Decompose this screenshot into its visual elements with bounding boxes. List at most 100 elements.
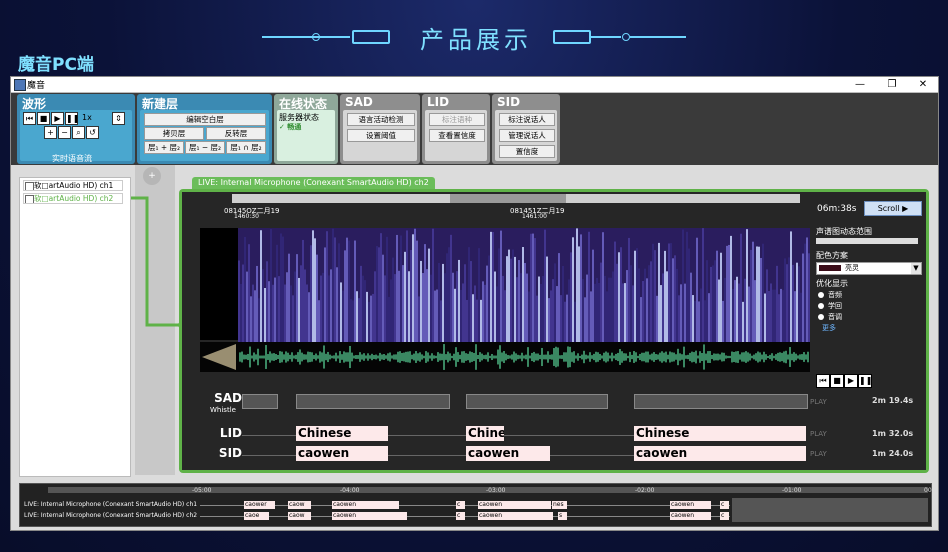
overview-segment[interactable]: caower bbox=[244, 501, 275, 509]
minimize-button[interactable]: — bbox=[845, 77, 875, 92]
spectrogram-stripe bbox=[488, 255, 490, 342]
spectrogram-stripe bbox=[322, 272, 324, 342]
chevron-down-icon[interactable]: ▼ bbox=[911, 263, 921, 274]
sid-segment[interactable]: caowen bbox=[634, 446, 806, 461]
stop-icon[interactable]: ■ bbox=[37, 112, 50, 125]
overview-viewport[interactable] bbox=[732, 498, 928, 522]
lid-segment[interactable]: Chine bbox=[466, 426, 504, 441]
overview-row-label: LIVE: Internal Microphone (Conexant Smar… bbox=[24, 512, 198, 519]
overview-segment[interactable]: nes bbox=[552, 501, 567, 509]
overview-segment[interactable]: s bbox=[558, 512, 567, 520]
spectrogram-stripe bbox=[424, 244, 426, 342]
overview-segment[interactable]: caow bbox=[288, 501, 311, 509]
sad-group-body: 语言活动检测 设置阈值 bbox=[343, 110, 417, 161]
overview-segment[interactable]: caowen bbox=[332, 512, 407, 520]
dynamic-range-slider[interactable] bbox=[816, 238, 918, 244]
skip-start-icon[interactable]: ⏮ bbox=[23, 112, 36, 125]
overview-segment[interactable]: c bbox=[720, 512, 729, 520]
overview-segment[interactable]: c bbox=[456, 512, 465, 520]
sad-segment[interactable] bbox=[296, 394, 450, 409]
speed-label[interactable]: 1x bbox=[82, 113, 92, 122]
timeline-scrollbar[interactable] bbox=[232, 194, 800, 203]
sad-segment[interactable] bbox=[634, 394, 808, 409]
channel-checkbox[interactable] bbox=[25, 195, 34, 203]
radio-icon[interactable] bbox=[818, 292, 824, 298]
spectrogram-stripe bbox=[534, 238, 536, 342]
sid-segment[interactable]: caowen bbox=[466, 446, 550, 461]
maximize-button[interactable]: ❐ bbox=[877, 77, 907, 92]
color-scheme-select[interactable]: 亮灵 ▼ bbox=[816, 262, 922, 275]
add-icon[interactable]: + bbox=[143, 167, 161, 185]
spectrogram-stripe bbox=[456, 271, 458, 342]
overview-segment[interactable]: caow bbox=[288, 512, 311, 520]
spectrogram-stripe bbox=[324, 247, 326, 342]
stop-icon[interactable]: ■ bbox=[830, 374, 844, 388]
spectrogram-stripe bbox=[366, 291, 368, 342]
channel-item-ch1[interactable]: 软□artAudio HD) ch1 bbox=[23, 180, 123, 191]
optimize-option-2[interactable]: 学回 bbox=[818, 301, 842, 311]
spectrogram-stripe bbox=[554, 263, 556, 342]
spectrogram-stripe bbox=[254, 290, 256, 342]
lid-segment[interactable]: Chinese bbox=[296, 426, 388, 441]
mark-speaker-button[interactable]: 标注说话人 bbox=[499, 113, 555, 126]
more-link[interactable]: 更多 bbox=[822, 323, 836, 333]
set-threshold-button[interactable]: 设置阈值 bbox=[347, 129, 415, 142]
zoom-reset-icon[interactable]: ↺ bbox=[86, 126, 99, 139]
skip-start-icon[interactable]: ⏮ bbox=[816, 374, 830, 388]
invert-layer-button[interactable]: 反转层 bbox=[206, 127, 266, 140]
overview-segment[interactable]: caowen bbox=[478, 501, 551, 509]
voice-activity-button[interactable]: 语言活动检测 bbox=[347, 113, 415, 126]
overview-segment[interactable]: caowen bbox=[670, 512, 711, 520]
channel-item-ch2[interactable]: 软□artAudio HD) ch2 bbox=[23, 193, 123, 204]
zoom-select-icon[interactable]: ⌕ bbox=[72, 126, 85, 139]
spectrogram-stripe bbox=[652, 243, 654, 342]
mark-language-button[interactable]: 标注语种 bbox=[429, 113, 485, 126]
edit-blank-layer-button[interactable]: 编辑空白层 bbox=[144, 113, 266, 126]
spectrogram-stripe bbox=[438, 262, 440, 342]
sad-segment[interactable] bbox=[242, 394, 278, 409]
overview-segment[interactable]: caowen bbox=[670, 501, 711, 509]
copy-layer-button[interactable]: 拷贝层 bbox=[144, 127, 204, 140]
overview-timeline: -05:00 -04:00 -03:00 -02:00 -01:00 00 LI… bbox=[19, 483, 932, 527]
radio-icon[interactable] bbox=[818, 303, 824, 309]
zoom-in-icon[interactable]: + bbox=[44, 126, 57, 139]
spectrogram-stripe bbox=[464, 264, 466, 342]
spectrogram-stripe bbox=[384, 275, 386, 342]
overview-segment[interactable]: caoe bbox=[244, 512, 269, 520]
lid-segment[interactable]: Chinese bbox=[634, 426, 806, 441]
close-button[interactable]: ✕ bbox=[908, 77, 938, 92]
overview-segment[interactable]: caowen bbox=[478, 512, 553, 520]
scroll-button[interactable]: Scroll ▶ bbox=[864, 201, 922, 216]
waveform-display[interactable] bbox=[200, 342, 810, 372]
channel-checkbox[interactable] bbox=[25, 182, 34, 190]
spectrogram-stripe bbox=[486, 265, 488, 342]
optimize-option-1[interactable]: 音频 bbox=[818, 290, 842, 300]
overview-segment[interactable]: c bbox=[456, 501, 465, 509]
spectrogram-stripe bbox=[690, 272, 692, 342]
manage-speaker-button[interactable]: 管理说话人 bbox=[499, 129, 555, 142]
view-confidence-button[interactable]: 查看置信度 bbox=[429, 129, 485, 142]
spectrogram[interactable] bbox=[238, 228, 810, 342]
radio-icon[interactable] bbox=[818, 314, 824, 320]
pause-icon[interactable]: ❚❚ bbox=[858, 374, 872, 388]
sad-segment[interactable] bbox=[466, 394, 608, 409]
zoom-out-icon[interactable]: − bbox=[58, 126, 71, 139]
sid-group-title: SID bbox=[497, 95, 521, 109]
confidence-button[interactable]: 置信度 bbox=[499, 145, 555, 158]
layer-subtract-button[interactable]: 层₁ − 层₂ bbox=[185, 141, 225, 154]
play-icon[interactable]: ▶ bbox=[51, 112, 64, 125]
layer-add-button[interactable]: 层₁ + 层₂ bbox=[144, 141, 184, 154]
play-icon[interactable]: ▶ bbox=[844, 374, 858, 388]
optimize-option-3[interactable]: 音调 bbox=[818, 312, 842, 322]
overview-segment[interactable]: c bbox=[720, 501, 729, 509]
spectrogram-stripe bbox=[374, 271, 376, 342]
sid-group: SID 标注说话人 管理说话人 置信度 bbox=[492, 94, 560, 164]
channel-tab[interactable]: LIVE: Internal Microphone (Conexant Smar… bbox=[192, 177, 435, 189]
timeline-scroll-thumb[interactable] bbox=[450, 194, 566, 203]
sid-segment[interactable]: caowen bbox=[296, 446, 388, 461]
overview-segment[interactable]: caowen bbox=[332, 501, 399, 509]
pause-icon[interactable]: ❚❚ bbox=[65, 112, 79, 125]
fit-icon[interactable]: ⇕ bbox=[112, 112, 125, 125]
spectrogram-stripe bbox=[414, 228, 416, 342]
layer-intersect-button[interactable]: 层₁ ∩ 层₂ bbox=[226, 141, 266, 154]
